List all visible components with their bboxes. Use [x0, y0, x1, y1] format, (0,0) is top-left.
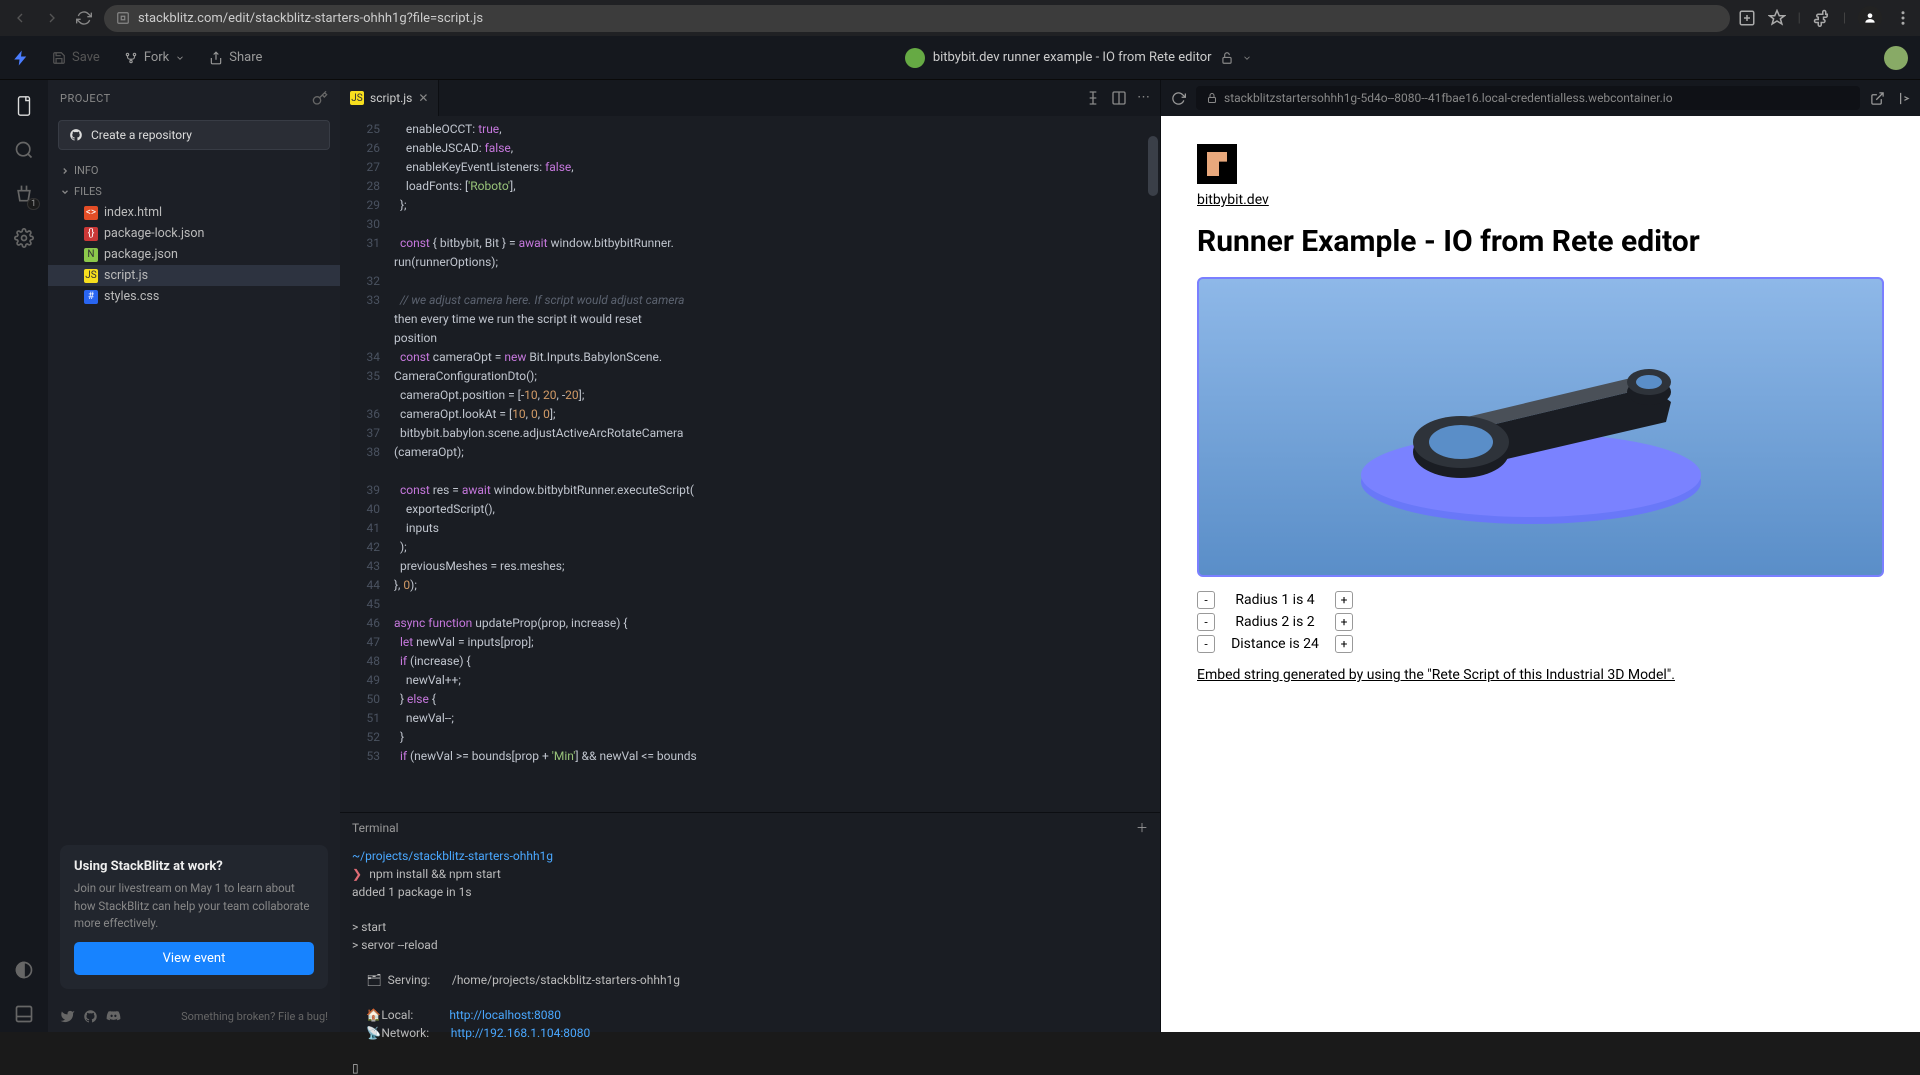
explorer-icon[interactable]: [6, 88, 42, 124]
bookmark-icon[interactable]: [1768, 9, 1786, 27]
tabs-row: JS script.js ✕ ⋯: [340, 80, 1160, 116]
lock-open-icon: [1220, 51, 1234, 65]
increment-button[interactable]: +: [1335, 591, 1353, 609]
sidebar: PROJECT Create a repository INFO FILES <…: [48, 80, 340, 1032]
model-render: [1331, 307, 1751, 547]
back-icon[interactable]: [8, 6, 32, 30]
promo-title: Using StackBlitz at work?: [74, 859, 314, 874]
connect-icon[interactable]: [312, 90, 328, 106]
settings-icon[interactable]: [6, 220, 42, 256]
split-icon[interactable]: [1111, 90, 1127, 106]
fork-button[interactable]: Fork: [114, 44, 195, 71]
extensions-icon[interactable]: [1813, 9, 1831, 27]
file-package-json[interactable]: Npackage.json: [48, 244, 340, 265]
js-file-icon: JS: [350, 91, 364, 105]
files-section[interactable]: FILES: [48, 181, 340, 202]
bitbybit-link[interactable]: bitbybit.dev: [1197, 192, 1269, 208]
file-script-js[interactable]: JSscript.js: [48, 265, 340, 286]
lock-icon: [1206, 92, 1218, 104]
control-label: Radius 2 is 2: [1225, 614, 1325, 630]
discord-icon[interactable]: [106, 1009, 121, 1024]
promo-card: Using StackBlitz at work? Join our lives…: [60, 845, 328, 989]
share-button[interactable]: Share: [199, 44, 272, 71]
increment-button[interactable]: +: [1335, 635, 1353, 653]
browser-toolbar: stackblitz.com/edit/stackblitz-starters-…: [0, 0, 1920, 36]
npm-file-icon: N: [84, 248, 98, 262]
control-row: -Radius 2 is 2 +: [1197, 613, 1353, 631]
file-bug-link[interactable]: Something broken? File a bug!: [181, 1010, 328, 1023]
url-text: stackblitz.com/edit/stackblitz-starters-…: [138, 11, 483, 26]
github-icon[interactable]: [83, 1009, 98, 1024]
terminal-panel: Terminal ＋ ~/projects/stackblitz-starter…: [340, 812, 1160, 1032]
ide-header: Save Fork Share bitbybit.dev runner exam…: [0, 36, 1920, 80]
3d-canvas[interactable]: [1197, 277, 1884, 577]
more-icon[interactable]: ⋯: [1137, 90, 1150, 106]
file-styles-css[interactable]: #styles.css: [48, 286, 340, 307]
control-row: -Radius 1 is 4 +: [1197, 591, 1353, 609]
site-info-icon: [116, 11, 130, 25]
promo-body: Join our livestream on May 1 to learn ab…: [74, 880, 314, 932]
save-button[interactable]: Save: [42, 44, 110, 71]
tab-script-js[interactable]: JS script.js ✕: [340, 80, 439, 116]
code-editor[interactable]: 2526272829303132333435363738394041424344…: [340, 116, 1160, 812]
preview-document: bitbybit.dev Runner Example - IO from Re…: [1161, 116, 1920, 1032]
forward-icon[interactable]: [40, 6, 64, 30]
embed-link[interactable]: Embed string generated by using the "Ret…: [1197, 667, 1675, 683]
theme-toggle-icon[interactable]: [6, 952, 42, 988]
menu-icon[interactable]: [1894, 9, 1912, 27]
control-label: Radius 1 is 4: [1225, 592, 1325, 608]
control-row: -Distance is 24 +: [1197, 635, 1353, 653]
address-bar[interactable]: stackblitz.com/edit/stackblitz-starters-…: [104, 5, 1730, 32]
increment-button[interactable]: +: [1335, 613, 1353, 631]
controls: -Radius 1 is 4+-Radius 2 is 2+-Distance …: [1197, 591, 1884, 653]
open-new-window-icon[interactable]: [1870, 91, 1885, 106]
editor-area: JS script.js ✕ ⋯ 25262728293031323334353…: [340, 80, 1160, 1032]
activity-bar: 1: [0, 80, 48, 1032]
page-title: Runner Example - IO from Rete editor: [1197, 224, 1884, 259]
ports-icon[interactable]: 1: [6, 176, 42, 212]
project-heading: PROJECT: [60, 92, 111, 105]
file-package-lock-json[interactable]: {}package-lock.json: [48, 223, 340, 244]
control-label: Distance is 24: [1225, 636, 1325, 652]
html-file-icon: <>: [84, 206, 98, 220]
owner-avatar: [905, 48, 925, 68]
stackblitz-logo-icon[interactable]: [12, 47, 30, 69]
bitbybit-logo: [1197, 144, 1237, 184]
create-repo-button[interactable]: Create a repository: [58, 120, 330, 150]
chevron-down-icon[interactable]: [1242, 53, 1252, 63]
scrollbar[interactable]: [1146, 116, 1160, 812]
file-index-html[interactable]: <>index.html: [48, 202, 340, 223]
js-file-icon: JS: [84, 269, 98, 283]
profile-avatar[interactable]: [1858, 6, 1882, 30]
view-event-button[interactable]: View event: [74, 942, 314, 975]
decrement-button[interactable]: -: [1197, 591, 1215, 609]
collapse-preview-icon[interactable]: [1895, 91, 1910, 106]
format-icon[interactable]: [1085, 90, 1101, 106]
reload-icon[interactable]: [72, 6, 96, 30]
chevron-right-icon: [60, 166, 70, 176]
terminal-label: Terminal: [352, 821, 399, 835]
panel-toggle-icon[interactable]: [6, 996, 42, 1032]
json-file-icon: {}: [84, 227, 98, 241]
decrement-button[interactable]: -: [1197, 635, 1215, 653]
preview-url-bar[interactable]: stackblitzstartersohhh1g-5d4o--8080--41f…: [1196, 86, 1860, 110]
terminal-output[interactable]: ~/projects/stackblitz-starters-ohhh1g ❯ …: [340, 842, 1160, 1075]
twitter-icon[interactable]: [60, 1009, 75, 1024]
project-title[interactable]: bitbybit.dev runner example - IO from Re…: [905, 48, 1252, 68]
github-icon: [69, 128, 83, 142]
chevron-down-icon: [60, 187, 70, 197]
search-icon[interactable]: [6, 132, 42, 168]
info-section[interactable]: INFO: [48, 160, 340, 181]
decrement-button[interactable]: -: [1197, 613, 1215, 631]
css-file-icon: #: [84, 290, 98, 304]
new-terminal-icon[interactable]: ＋: [1136, 819, 1148, 836]
preview-reload-icon[interactable]: [1171, 91, 1186, 106]
close-icon[interactable]: ✕: [418, 91, 428, 105]
install-app-icon[interactable]: [1738, 9, 1756, 27]
user-avatar[interactable]: [1884, 46, 1908, 70]
preview-panel: stackblitzstartersohhh1g-5d4o--8080--41f…: [1160, 80, 1920, 1032]
chevron-down-icon: [175, 53, 185, 63]
